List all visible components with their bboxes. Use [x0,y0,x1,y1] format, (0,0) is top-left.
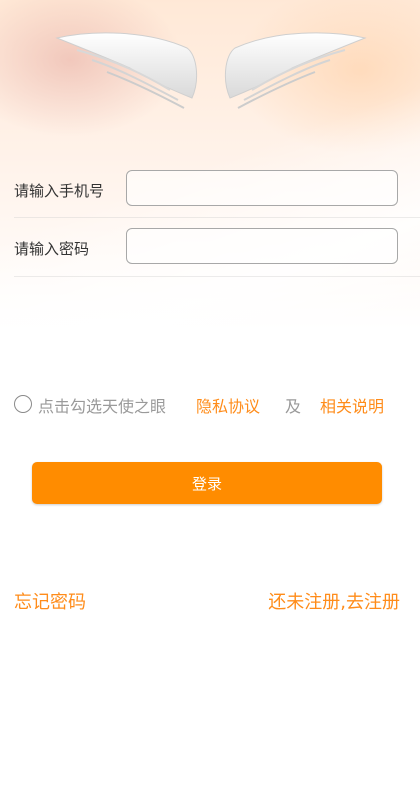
login-button[interactable]: 登录 [32,462,382,504]
agreement-checkbox[interactable] [14,395,32,413]
password-input[interactable] [126,228,398,264]
register-link[interactable]: 还未注册,去注册 [268,588,400,614]
phone-label: 请输入手机号 [14,182,105,200]
password-row: 请输入密码 [0,218,420,276]
and-text: 及 [285,397,302,416]
header-wings [0,0,420,120]
forgot-password-link[interactable]: 忘记密码 [14,588,86,614]
phone-input[interactable] [126,170,398,206]
row-divider [14,276,420,277]
phone-row: 请输入手机号 [0,160,420,218]
agreement-row: 点击勾选天使之眼 隐私协议 及 相关说明 [14,392,414,416]
password-label: 请输入密码 [14,240,90,258]
left-wing-icon [55,32,198,109]
related-link[interactable]: 相关说明 [320,393,384,417]
right-wing-icon [224,32,367,109]
privacy-link[interactable]: 隐私协议 [196,393,260,417]
agreement-text[interactable]: 点击勾选天使之眼 [38,393,166,417]
